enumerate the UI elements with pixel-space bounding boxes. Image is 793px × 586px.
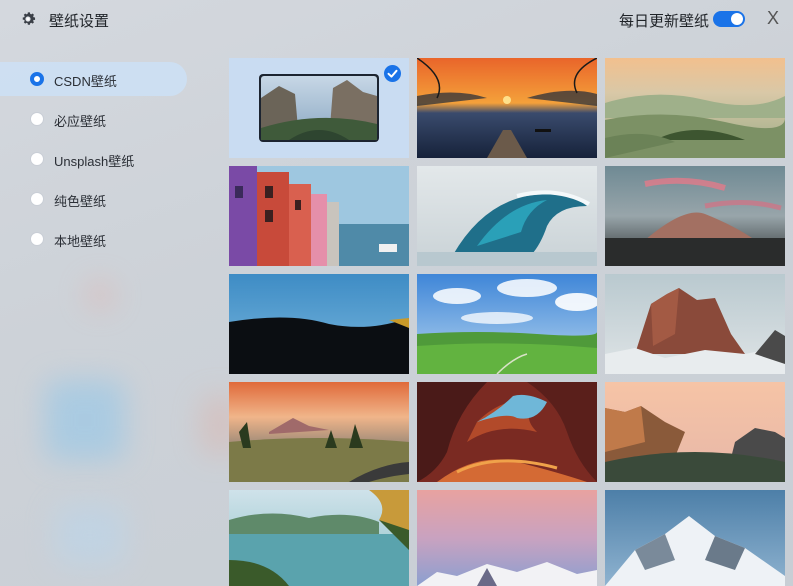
wallpaper-thumbnail — [417, 166, 597, 266]
wallpaper-thumbnail — [605, 166, 785, 266]
title-bar: 壁纸设置 每日更新壁纸 X — [0, 0, 793, 38]
wallpaper-tile[interactable] — [605, 490, 785, 586]
wallpaper-thumbnail — [417, 274, 597, 374]
sidebar-item-bing[interactable]: 必应壁纸 — [0, 102, 200, 136]
toggle-knob — [731, 13, 743, 25]
daily-update-label: 每日更新壁纸 — [618, 13, 709, 30]
wallpaper-thumbnail — [605, 382, 785, 482]
daily-update-toggle[interactable] — [713, 11, 745, 27]
wallpaper-thumbnail — [605, 490, 785, 586]
sidebar-item-label: 本地壁纸 — [54, 234, 107, 249]
radio-unchecked[interactable] — [30, 152, 44, 166]
wallpaper-thumbnail — [229, 382, 409, 482]
wallpaper-tile[interactable] — [229, 382, 409, 482]
wallpaper-tile[interactable] — [417, 382, 597, 482]
wallpaper-tile[interactable] — [229, 166, 409, 266]
background-blur — [55, 505, 125, 565]
wallpaper-thumbnail — [417, 382, 597, 482]
wallpaper-thumbnail — [229, 274, 409, 374]
wallpaper-tile[interactable] — [605, 166, 785, 266]
radio-unchecked[interactable] — [30, 112, 44, 126]
wallpaper-thumbnail — [417, 490, 597, 586]
sidebar-item-label: 必应壁纸 — [54, 114, 107, 129]
selected-check-icon — [384, 65, 401, 82]
wallpaper-tile[interactable] — [605, 58, 785, 158]
wallpaper-tile[interactable] — [229, 490, 409, 586]
sidebar-item-solid-color[interactable]: 纯色壁纸 — [0, 182, 200, 216]
wallpaper-thumbnail — [259, 74, 379, 142]
wallpaper-thumbnail — [229, 166, 409, 266]
wallpaper-tile[interactable] — [417, 166, 597, 266]
sidebar-item-csdn[interactable]: CSDN壁纸 — [0, 62, 187, 96]
background-blur — [85, 280, 115, 310]
radio-checked[interactable] — [30, 72, 44, 86]
sidebar-item-label: CSDN壁纸 — [54, 74, 117, 89]
sidebar-item-label: 纯色壁纸 — [54, 194, 107, 209]
sidebar-item-local[interactable]: 本地壁纸 — [0, 222, 200, 256]
sidebar-item-label: Unsplash壁纸 — [54, 154, 135, 169]
wallpaper-tile[interactable] — [605, 382, 785, 482]
wallpaper-tile[interactable] — [417, 58, 597, 158]
gear-icon — [22, 12, 36, 25]
wallpaper-tile[interactable] — [229, 274, 409, 374]
radio-unchecked[interactable] — [30, 192, 44, 206]
wallpaper-thumbnail — [605, 274, 785, 374]
radio-unchecked[interactable] — [30, 232, 44, 246]
wallpaper-source-list: CSDN壁纸 必应壁纸 Unsplash壁纸 纯色壁纸 本地壁纸 — [0, 62, 200, 262]
wallpaper-tile-selected[interactable] — [229, 58, 409, 158]
window-title: 壁纸设置 — [49, 13, 110, 30]
wallpaper-tile[interactable] — [417, 274, 597, 374]
wallpaper-thumbnail — [417, 58, 597, 158]
wallpaper-thumbnail — [229, 490, 409, 586]
close-button[interactable]: X — [764, 8, 782, 28]
background-blur — [45, 380, 125, 460]
wallpaper-thumbnail — [605, 58, 785, 158]
wallpaper-tile[interactable] — [417, 490, 597, 586]
sidebar-item-unsplash[interactable]: Unsplash壁纸 — [0, 142, 200, 176]
wallpaper-tile[interactable] — [605, 274, 785, 374]
